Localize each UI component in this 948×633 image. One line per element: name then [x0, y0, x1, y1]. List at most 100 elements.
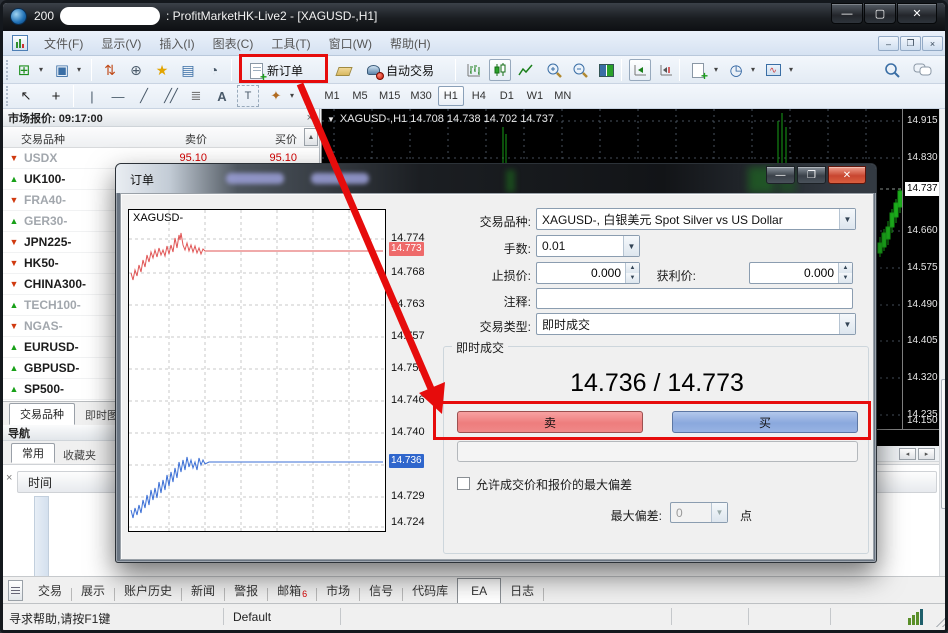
menu-file[interactable]: 文件(F) [35, 31, 92, 55]
tab-favorites[interactable]: 收藏夹 [63, 447, 96, 463]
tab-code-base[interactable]: 代码库 [403, 578, 457, 604]
profiles-icon[interactable]: ▣ [51, 59, 73, 81]
v-scrollbar[interactable] [939, 109, 948, 576]
zoom-out-icon[interactable] [569, 59, 591, 81]
strategy-tester-icon[interactable]: ◔ [203, 59, 225, 81]
tf-m1[interactable]: M1 [319, 86, 345, 106]
tab-trade[interactable]: 交易 [29, 578, 71, 604]
text-label-icon[interactable]: T [237, 85, 259, 107]
data-window-icon[interactable]: ⊕ [125, 59, 147, 81]
indicators-icon[interactable]: + [687, 59, 709, 81]
autotrading-button[interactable]: 自动交易 [363, 59, 437, 82]
line-chart-icon[interactable] [515, 59, 537, 81]
menu-charts[interactable]: 图表(C) [204, 31, 263, 55]
toolbar-grip[interactable] [6, 60, 9, 80]
templates-icon[interactable]: ∿ [762, 59, 784, 81]
cursor-icon[interactable]: ↖ [15, 85, 37, 107]
menu-view[interactable]: 显示(V) [92, 31, 150, 55]
scroll-left-button[interactable]: ◂ [899, 448, 916, 460]
child-restore-button[interactable]: ❐ [900, 36, 921, 51]
volume-select[interactable]: 0.01 ▼ [536, 235, 640, 257]
col-symbol[interactable]: 交易品种 [21, 131, 65, 147]
navigator-icon[interactable]: ★ [151, 59, 173, 81]
candlestick-chart-icon[interactable] [489, 59, 511, 81]
market-watch-icon[interactable]: ⇅ [99, 59, 121, 81]
v-scroll-thumb[interactable] [941, 379, 948, 509]
child-minimize-button[interactable]: – [878, 36, 899, 51]
tab-market[interactable]: 市场 [317, 578, 359, 604]
chart-shift-icon[interactable] [655, 59, 677, 81]
col-bid[interactable]: 卖价 [163, 131, 207, 147]
tab-symbols[interactable]: 交易品种 [9, 403, 75, 425]
search-icon[interactable] [881, 59, 903, 81]
tf-m30[interactable]: M30 [406, 86, 435, 106]
shapes-dropdown[interactable]: ▾ [287, 91, 297, 100]
periods-clock-icon[interactable]: ◷ [725, 59, 747, 81]
dialog-minimize-button[interactable]: — [766, 166, 795, 184]
terminal-toggle-icon[interactable] [8, 580, 23, 601]
stop-loss-stepper[interactable]: 0.000 ▲▼ [536, 262, 640, 284]
tf-h1[interactable]: H1 [438, 86, 464, 106]
profiles-dropdown[interactable]: ▾ [74, 65, 84, 74]
tf-d1[interactable]: D1 [494, 86, 520, 106]
tf-m15[interactable]: M15 [375, 86, 404, 106]
price-axis[interactable]: 14.915 14.830 14.660 14.575 14.490 14.40… [902, 109, 940, 429]
tf-m5[interactable]: M5 [347, 86, 373, 106]
market-watch-header[interactable]: 市场报价: 09:17:00 × [3, 109, 319, 127]
tf-w1[interactable]: W1 [522, 86, 548, 106]
menu-insert[interactable]: 插入(I) [150, 31, 203, 55]
tile-windows-icon[interactable] [595, 59, 617, 81]
status-profile[interactable]: Default [233, 610, 271, 624]
fibonacci-icon[interactable]: ≣ [185, 85, 207, 107]
chart-window-icon[interactable] [12, 35, 28, 51]
tab-mailbox[interactable]: 邮箱 6 [268, 578, 316, 604]
comment-input[interactable] [536, 288, 853, 309]
tab-exposure[interactable]: 展示 [72, 578, 114, 604]
vertical-line-icon[interactable]: | [81, 85, 103, 107]
chevron-down-icon[interactable]: ▼ [839, 209, 855, 229]
eraser-icon[interactable] [333, 60, 355, 82]
tab-news[interactable]: 新闻 [182, 578, 224, 604]
take-profit-stepper[interactable]: 0.000 ▲▼ [749, 262, 853, 284]
text-icon[interactable]: A [211, 85, 233, 107]
symbol-select[interactable]: XAGUSD-, 白银美元 Spot Silver vs US Dollar ▼ [536, 208, 856, 230]
mw-scroll-up-button[interactable]: ▲ [304, 128, 318, 146]
dialog-restore-button[interactable]: ❐ [797, 166, 826, 184]
tab-journal[interactable]: 日志 [501, 578, 543, 604]
templates-dropdown[interactable]: ▾ [786, 65, 796, 74]
child-close-button[interactable]: × [922, 36, 943, 51]
zoom-in-icon[interactable] [543, 59, 565, 81]
horizontal-line-icon[interactable]: — [107, 85, 129, 107]
menu-help[interactable]: 帮助(H) [381, 31, 440, 55]
menu-tools[interactable]: 工具(T) [262, 31, 319, 55]
tab-ea[interactable]: EA [457, 578, 501, 604]
chat-icon[interactable] [911, 59, 933, 81]
crosshair-icon[interactable]: + [45, 85, 67, 107]
tab-common[interactable]: 常用 [11, 443, 55, 463]
deviation-checkbox[interactable] [457, 477, 470, 490]
auto-scroll-icon[interactable] [629, 59, 651, 81]
dialog-close-button[interactable]: ✕ [828, 166, 866, 184]
scroll-right-button[interactable]: ▸ [918, 448, 935, 460]
shapes-icon[interactable]: ✦ [265, 85, 287, 107]
terminal-close-icon[interactable]: × [6, 473, 12, 484]
new-chart-dropdown[interactable]: ▾ [36, 65, 46, 74]
tab-alerts[interactable]: 警报 [225, 578, 267, 604]
tab-account-history[interactable]: 账户历史 [115, 578, 181, 604]
periods-dropdown[interactable]: ▾ [748, 65, 758, 74]
resize-grip[interactable] [933, 613, 947, 627]
tab-signals[interactable]: 信号 [360, 578, 402, 604]
new-chart-icon[interactable]: ⊞ [13, 59, 35, 81]
market-watch-close-icon[interactable]: × [307, 112, 313, 124]
tf-mn[interactable]: MN [550, 86, 576, 106]
order-type-select[interactable]: 即时成交 ▼ [536, 313, 856, 335]
trendline-icon[interactable]: ╱ [133, 85, 155, 107]
terminal-icon[interactable]: ▤ [177, 59, 199, 81]
col-ask[interactable]: 买价 [253, 131, 297, 147]
spin-down-icon[interactable]: ▼ [839, 273, 852, 283]
chevron-down-icon[interactable]: ▼ [839, 314, 855, 334]
spin-up-icon[interactable]: ▲ [839, 263, 852, 273]
dialog-title-bar[interactable]: 订单 [116, 164, 876, 193]
menu-window[interactable]: 窗口(W) [320, 31, 381, 55]
maximize-button[interactable]: ▢ [864, 3, 896, 24]
